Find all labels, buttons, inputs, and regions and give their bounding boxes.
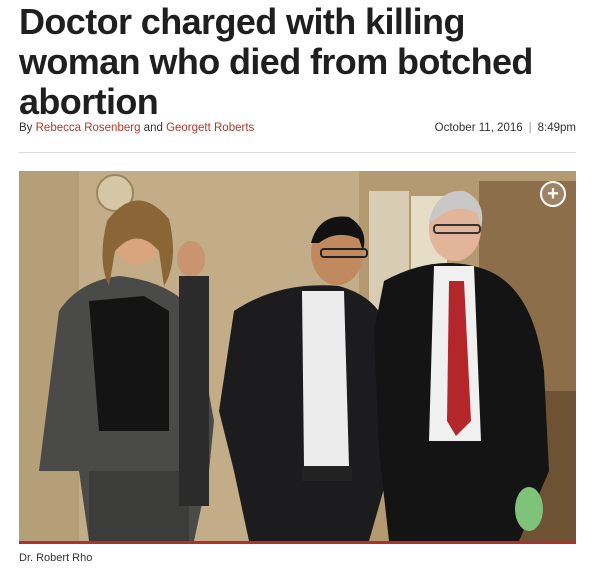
publish-time: 8:49pm (537, 122, 576, 134)
publish-meta: October 11, 2016 | 8:49pm (435, 122, 576, 134)
author-link-2[interactable]: Georgett Roberts (166, 122, 254, 134)
author-link-1[interactable]: Rebecca Rosenberg (36, 122, 141, 134)
expand-icon[interactable]: + (540, 181, 566, 207)
byline-and: and (143, 122, 163, 134)
byline: By Rebecca Rosenberg and Georgett Robert… (19, 122, 254, 134)
divider (19, 152, 576, 153)
photo-accent-bar (19, 541, 576, 544)
publish-date: October 11, 2016 (434, 122, 523, 134)
article-headline: Doctor charged with killing woman who di… (19, 1, 533, 122)
date-separator: | (528, 122, 532, 134)
photo-illustration (19, 171, 576, 541)
article-photo[interactable] (19, 171, 576, 541)
photo-caption: Dr. Robert Rho (19, 552, 93, 564)
byline-prefix: By (19, 122, 33, 134)
